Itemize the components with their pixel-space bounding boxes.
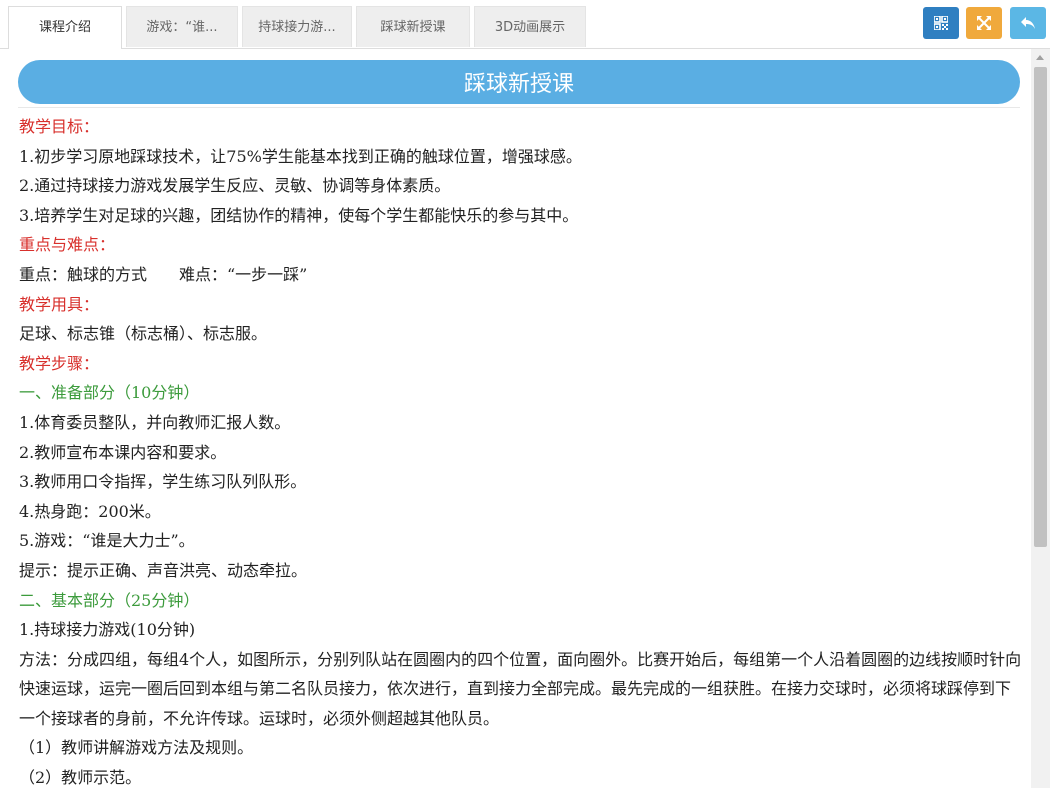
lesson-line: 4.热身跑：200米。: [19, 501, 161, 521]
qr-code-button[interactable]: [923, 7, 959, 39]
fullscreen-icon: [977, 16, 991, 30]
section-heading: 教学步骤：: [19, 353, 100, 373]
lesson-line: 重点：触球的方式 难点：“一步一踩”: [19, 264, 308, 284]
lesson-line: 3.教师用口令指挥，学生练习队列队形。: [19, 472, 307, 492]
fullscreen-button[interactable]: [966, 7, 1002, 39]
vertical-scrollbar[interactable]: [1031, 49, 1050, 788]
scrollbar-thumb[interactable]: [1034, 67, 1047, 547]
lesson-line: （1）教师讲解游戏方法及规则。: [19, 738, 254, 758]
tab-game-strongman[interactable]: 游戏：“谁...: [126, 6, 238, 47]
title-divider: [18, 107, 1020, 108]
tab-course-intro[interactable]: 课程介绍: [8, 6, 122, 49]
tab-new-lesson[interactable]: 踩球新授课: [356, 6, 470, 47]
lesson-line: 2.通过持球接力游戏发展学生反应、灵敏、协调等身体素质。: [19, 176, 451, 196]
scroll-up-icon[interactable]: [1036, 55, 1044, 60]
section-heading: 二、基本部分（25分钟）: [19, 590, 200, 610]
lesson-line: 1.体育委员整队，并向教师汇报人数。: [19, 412, 291, 432]
lesson-line: （2）教师示范。: [19, 768, 142, 788]
page-title: 踩球新授课: [18, 60, 1020, 104]
section-heading: 重点与难点：: [19, 235, 116, 255]
qr-code-icon: [934, 16, 948, 30]
back-arrow-icon: [1021, 17, 1035, 29]
section-heading: 一、准备部分（10分钟）: [19, 383, 200, 403]
lesson-line: 1.初步学习原地踩球技术，让75%学生能基本找到正确的触球位置，增强球感。: [19, 146, 582, 166]
lesson-content: 踩球新授课 教学目标： 1.初步学习原地踩球技术，让75%学生能基本找到正确的触球…: [0, 49, 1030, 788]
lesson-text: 教学目标： 1.初步学习原地踩球技术，让75%学生能基本找到正确的触球位置，增强球…: [19, 112, 1024, 788]
tab-relay-game[interactable]: 持球接力游...: [242, 6, 352, 47]
lesson-line: 2.教师宣布本课内容和要求。: [19, 442, 227, 462]
tab-bar: 课程介绍 游戏：“谁... 持球接力游... 踩球新授课 3D动画展示: [0, 0, 1050, 49]
lesson-line: 足球、标志锥（标志桶）、标志服。: [19, 324, 268, 344]
tab-3d-animation[interactable]: 3D动画展示: [474, 6, 586, 47]
lesson-line: 1.持球接力游戏(10分钟): [19, 620, 196, 640]
lesson-line: 3.培养学生对足球的兴趣，团结协作的精神，使每个学生都能快乐的参与其中。: [19, 205, 579, 225]
lesson-line: 提示：提示正确、声音洪亮、动态牵拉。: [19, 560, 308, 580]
lesson-line: 方法：分成四组，每组4个人，如图所示，分别列队站在圆圈内的四个位置，面向圈外。比…: [19, 649, 1022, 728]
section-heading: 教学用具：: [19, 294, 100, 314]
back-button[interactable]: [1010, 7, 1046, 39]
lesson-line: 5.游戏：“谁是大力士”。: [19, 531, 195, 551]
section-heading: 教学目标：: [19, 117, 100, 136]
